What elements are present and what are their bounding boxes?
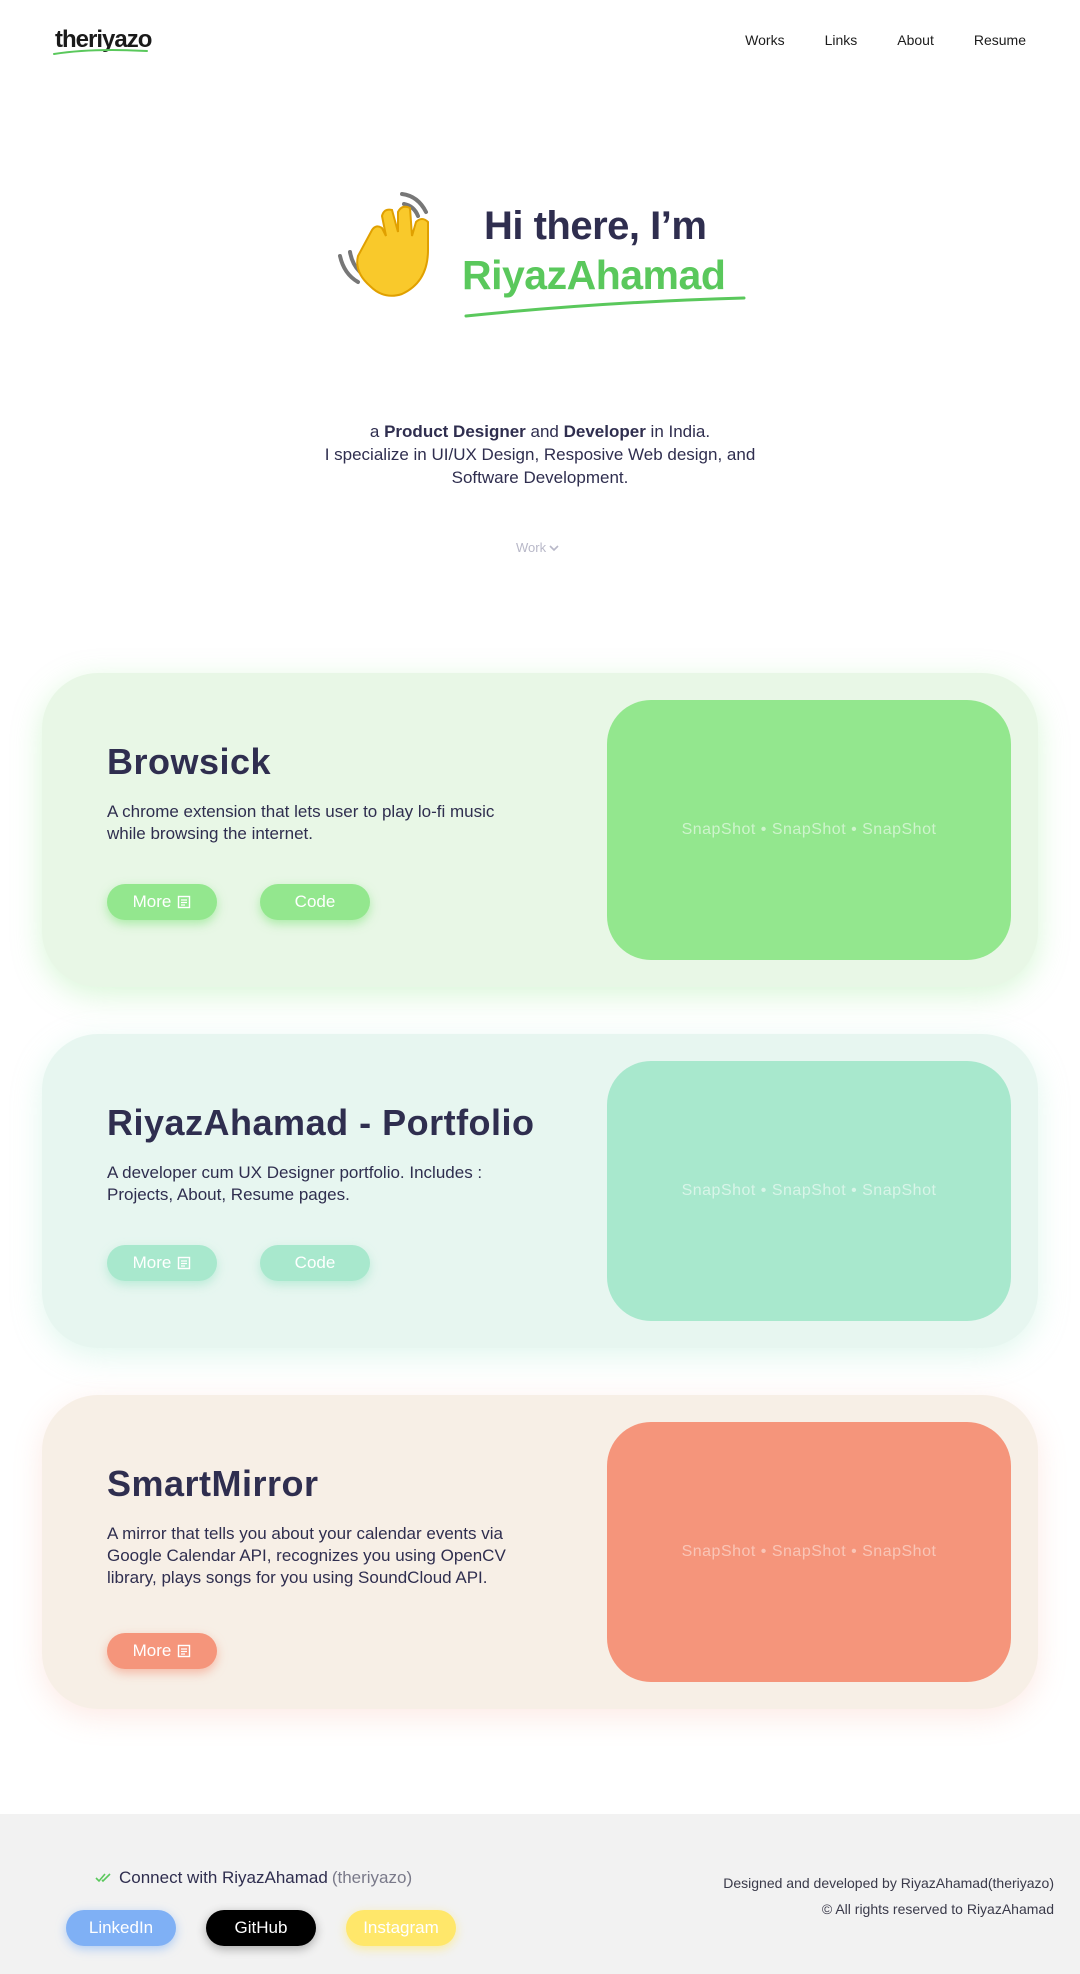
connect-text: Connect with RiyazAhamad (119, 1868, 328, 1887)
more-button[interactable]: More (107, 1633, 217, 1669)
top-nav: theriyazo Works Links About Resume (0, 0, 1080, 82)
hero-greeting: Hi there, I’m (484, 204, 707, 248)
credit-copyright: © All rights reserved to RiyazAhamad (821, 1901, 1054, 1917)
intro-text: a Product Designer and Developer in Indi… (240, 420, 840, 489)
project-buttons: More Code (107, 884, 370, 920)
project-snapshot: SnapShot • SnapShot • SnapShot (607, 1422, 1011, 1682)
project-card-browsick: Browsick A chrome extension that lets us… (42, 673, 1038, 987)
intro-line-3: Software Development. (451, 468, 629, 487)
credit-designed-by: Designed and developed by RiyazAhamad(th… (723, 1875, 1054, 1891)
more-button[interactable]: More (107, 1245, 217, 1281)
footer-credits: Designed and developed by RiyazAhamad(th… (723, 1870, 1054, 1922)
work-link-label: Work (516, 540, 547, 555)
nav-link-about[interactable]: About (897, 32, 934, 48)
connect-handle: (theriyazo) (331, 1868, 413, 1887)
double-check-icon (95, 1873, 111, 1883)
project-description: A chrome extension that lets user to pla… (107, 802, 495, 843)
footer: Connect with RiyazAhamad (theriyazo) Lin… (0, 1814, 1080, 1974)
document-icon (178, 1256, 191, 1270)
document-icon (178, 1644, 191, 1658)
connect-line: Connect with RiyazAhamad (theriyazo) (95, 1868, 412, 1888)
project-buttons: More Code (107, 1245, 370, 1281)
nav-link-links[interactable]: Links (825, 32, 858, 48)
document-icon (178, 895, 191, 909)
project-title: Browsick (107, 741, 272, 782)
project-title: SmartMirror (107, 1463, 319, 1504)
project-snapshot: SnapShot • SnapShot • SnapShot (607, 1061, 1011, 1321)
project-snapshot: SnapShot • SnapShot • SnapShot (607, 700, 1011, 960)
waving-hand-icon (338, 192, 429, 297)
nav-link-works[interactable]: Works (745, 32, 784, 48)
logo-underline-icon (53, 49, 148, 55)
project-buttons: More (107, 1633, 217, 1669)
linkedin-button[interactable]: LinkedIn (66, 1910, 176, 1946)
name-underline-icon (464, 296, 746, 318)
github-button[interactable]: GitHub (206, 1910, 316, 1946)
nav-links: Works Links About Resume (745, 32, 1026, 48)
intro-line-2: I specialize in UI/UX Design, Resposive … (324, 445, 756, 464)
project-card-smartmirror: SmartMirror A mirror that tells you abou… (42, 1395, 1038, 1709)
intro-line-1: a Product Designer and Developer in Indi… (369, 422, 711, 441)
project-description: A developer cum UX Designer portfolio. I… (107, 1163, 483, 1204)
project-title: RiyazAhamad - Portfolio (107, 1102, 535, 1143)
work-scroll-link[interactable]: Work (516, 540, 560, 555)
chevron-down-icon (549, 544, 559, 551)
code-button[interactable]: Code (260, 884, 370, 920)
more-button[interactable]: More (107, 884, 217, 920)
code-button[interactable]: Code (260, 1245, 370, 1281)
nav-link-resume[interactable]: Resume (974, 32, 1026, 48)
project-description: A mirror that tells you about your calen… (107, 1524, 506, 1587)
project-card-portfolio: RiyazAhamad - Portfolio A developer cum … (42, 1034, 1038, 1348)
instagram-button[interactable]: Instagram (346, 1910, 456, 1946)
social-links: LinkedIn GitHub Instagram (66, 1910, 456, 1946)
